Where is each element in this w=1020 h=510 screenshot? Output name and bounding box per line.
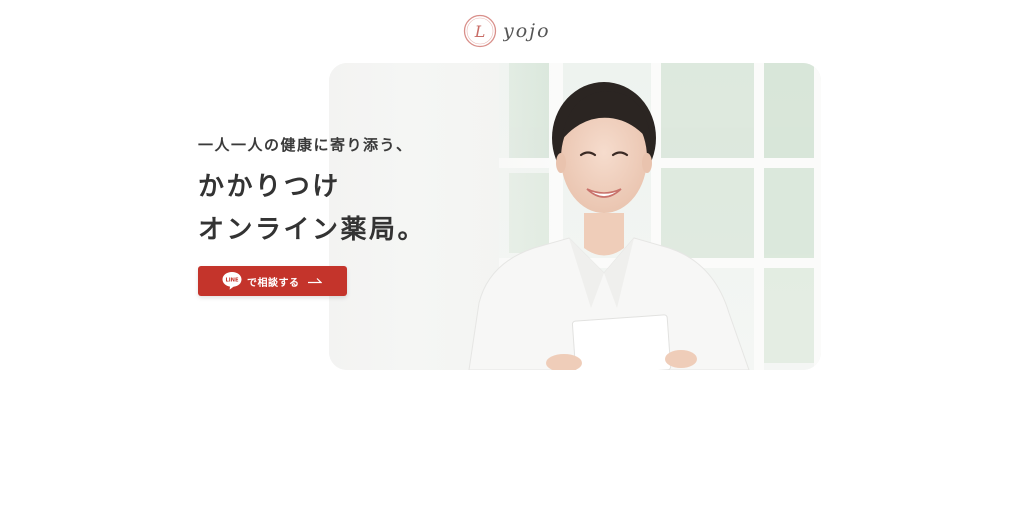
hero-tagline: 一人一人の健康に寄り添う、 — [198, 136, 413, 154]
cta-label: で相談する — [247, 278, 300, 289]
arrow-right-icon — [308, 278, 322, 284]
page: L yojo 一人一人の健康に寄り添う、 かかりつけ オンライン薬局。 LINE… — [0, 0, 1020, 510]
headline-line-2: オンライン薬局。 — [198, 215, 427, 245]
headline-line-1: かかりつけ — [198, 172, 341, 202]
line-consult-button[interactable]: LINE で相談する — [198, 266, 347, 296]
site-logo[interactable]: L yojo — [463, 13, 555, 49]
circle-emblem-icon: L — [463, 14, 497, 48]
line-badge-text: LINE — [225, 278, 239, 284]
emblem-letter: L — [474, 22, 486, 41]
hero-headline: かかりつけ オンライン薬局。 — [198, 166, 426, 252]
line-app-icon: LINE — [222, 272, 242, 290]
logo-wordmark: yojo — [503, 20, 551, 42]
logo-text: yojo — [503, 20, 551, 42]
